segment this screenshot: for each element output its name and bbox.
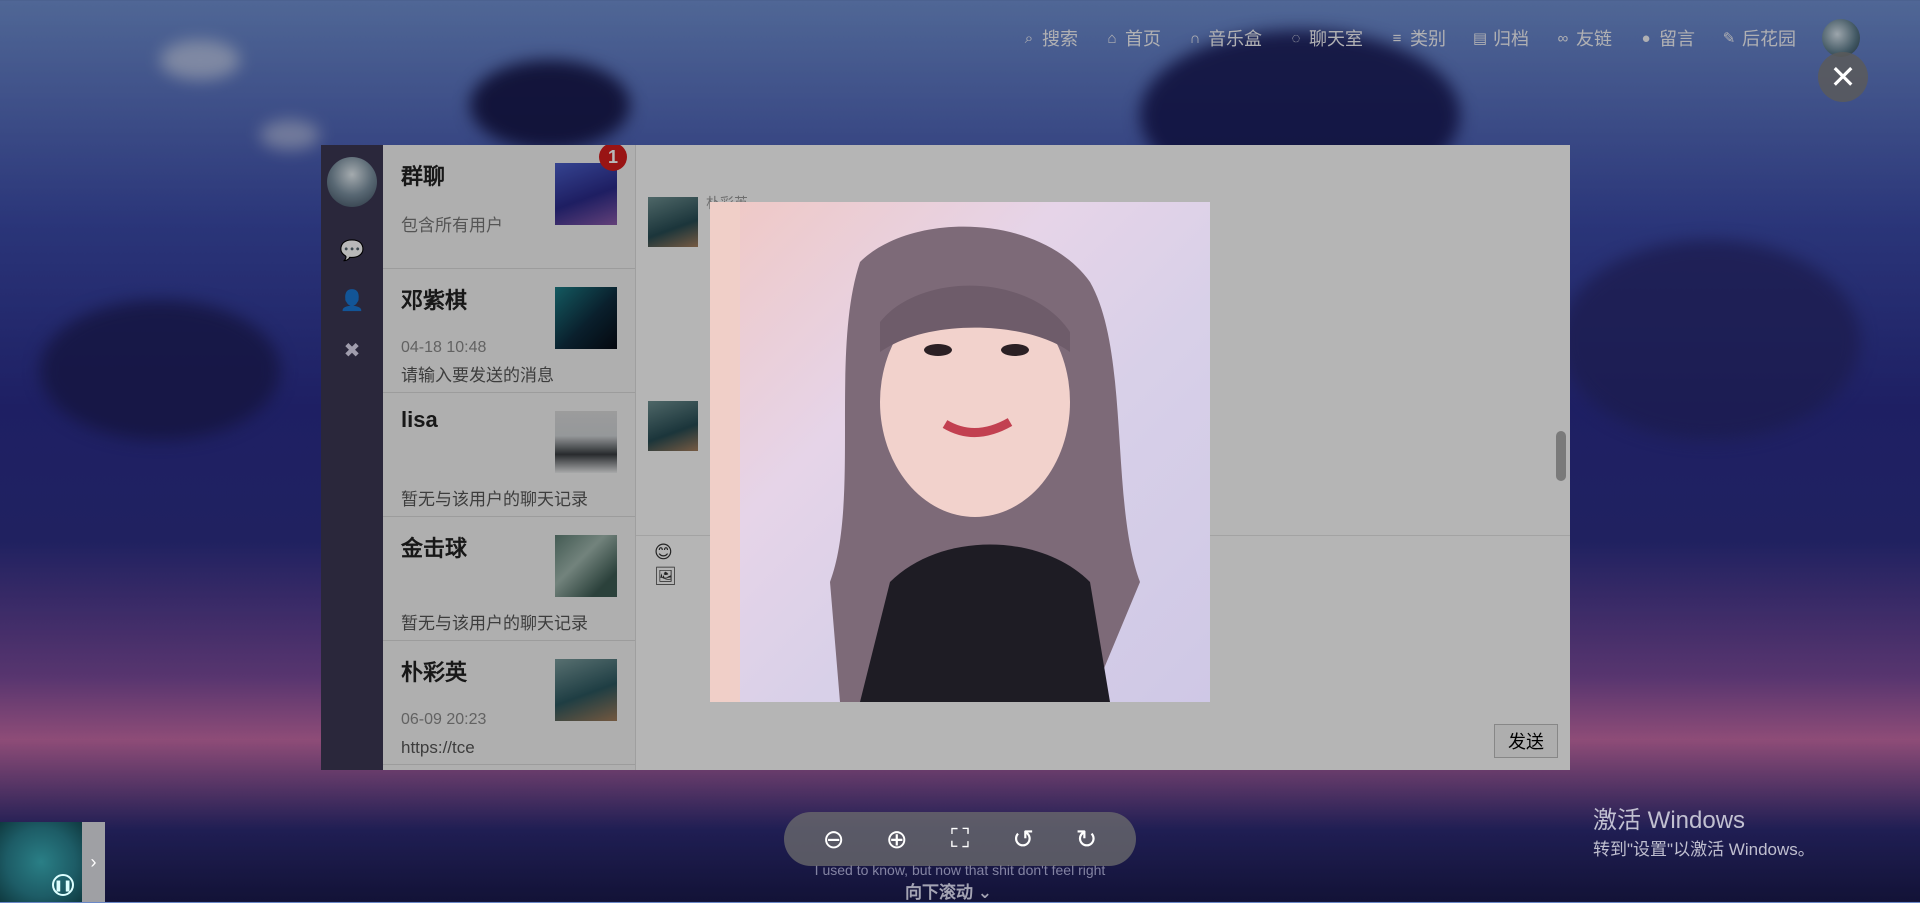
previewed-image	[710, 202, 1210, 702]
expand-player-icon[interactable]: ›	[82, 822, 105, 902]
pause-icon[interactable]: ❚❚	[52, 874, 74, 896]
zoom-out-icon[interactable]: ⊖	[814, 824, 854, 855]
windows-activation-watermark: 激活 Windows 转到"设置"以激活 Windows。	[1593, 800, 1815, 860]
portrait-illustration	[710, 202, 1140, 702]
rotate-right-icon[interactable]: ↻	[1066, 824, 1106, 855]
album-cover: ❚❚	[0, 822, 82, 902]
rotate-left-icon[interactable]: ↺	[1003, 824, 1043, 855]
zoom-in-icon[interactable]: ⊕	[877, 824, 917, 855]
viewer-toolbar: ⊖ ⊕ ⛶ ↺ ↻	[784, 812, 1136, 866]
close-viewer-button[interactable]: ✕	[1818, 52, 1868, 102]
fullscreen-icon[interactable]: ⛶	[940, 823, 980, 855]
watermark-subtitle: 转到"设置"以激活 Windows。	[1593, 840, 1815, 859]
scroll-down-hint[interactable]: 向下滚动 ⌄	[905, 878, 992, 903]
music-player: ❚❚ ›	[0, 822, 105, 902]
watermark-title: 激活 Windows	[1593, 807, 1746, 834]
